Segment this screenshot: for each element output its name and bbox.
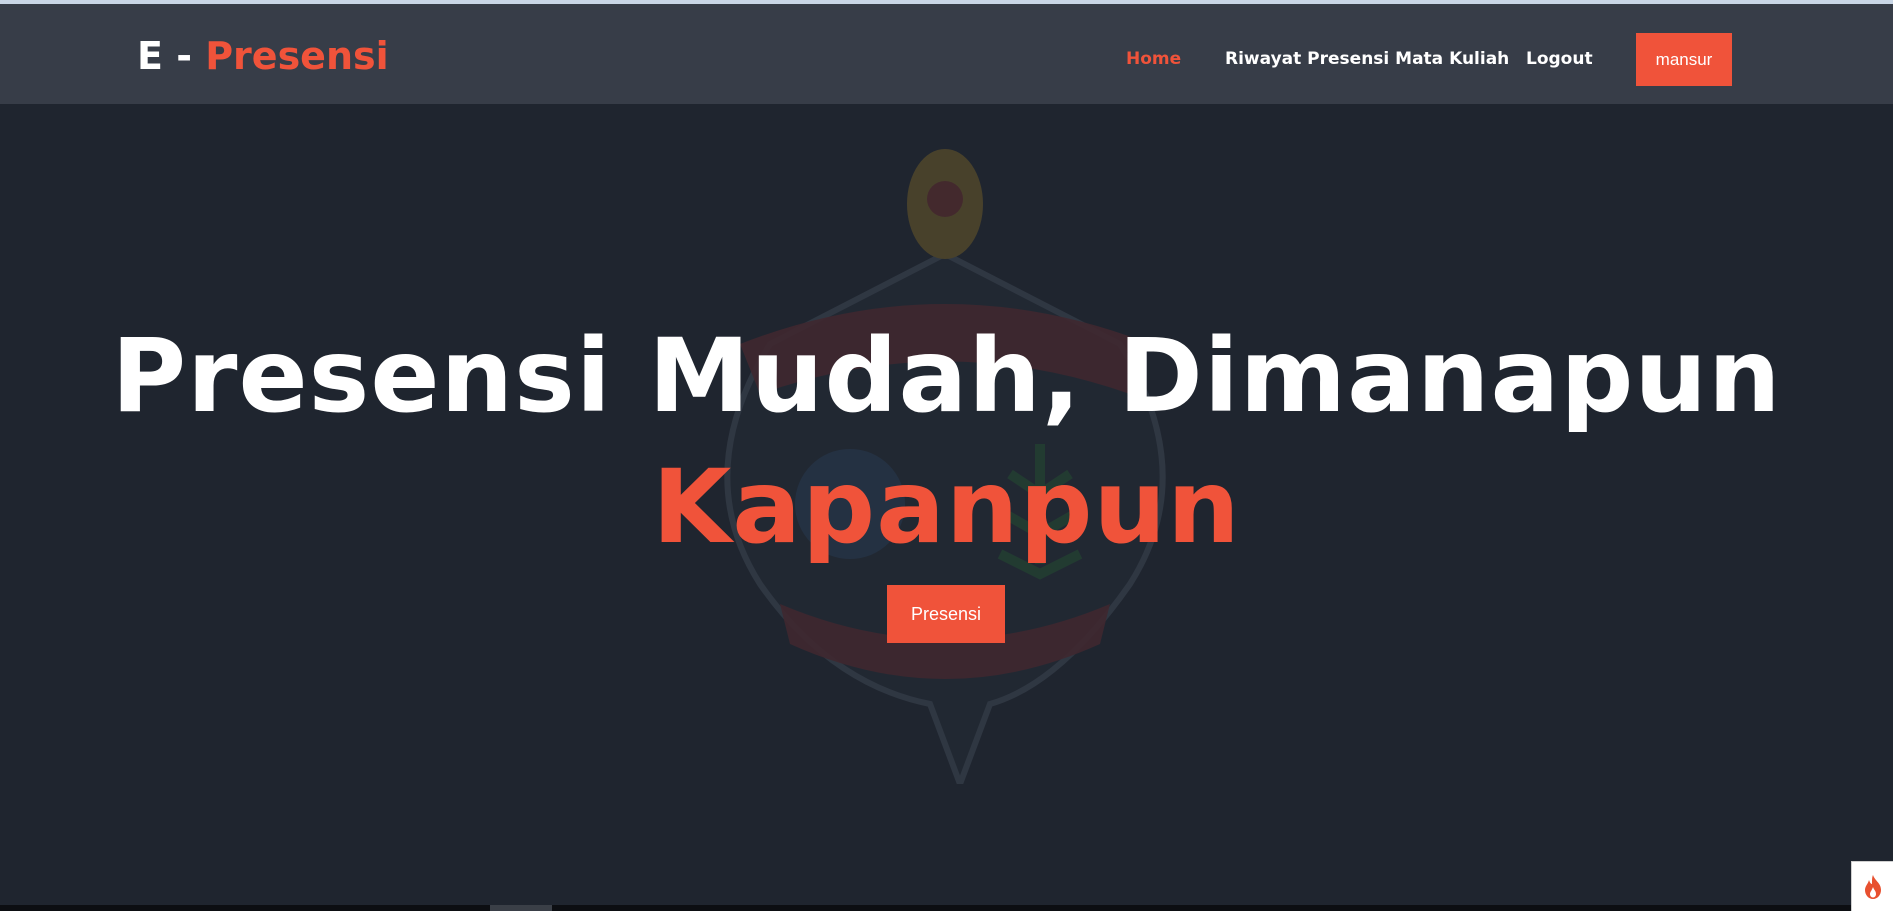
- hero-title-line2: Kapanpun: [652, 448, 1241, 567]
- nav-riwayat-link[interactable]: Riwayat Presensi Mata Kuliah: [1225, 47, 1509, 71]
- user-button[interactable]: mansur: [1636, 33, 1732, 86]
- hero-title-line1: Presensi Mudah, Dimanapun: [111, 317, 1782, 436]
- brand-prefix: E -: [137, 34, 206, 78]
- nav-home-link[interactable]: Home: [1126, 47, 1181, 71]
- nav-logout-link[interactable]: Logout: [1526, 47, 1593, 71]
- brand-logo[interactable]: E - Presensi: [137, 33, 389, 79]
- bottom-scrollbar-track: [0, 905, 1893, 911]
- debug-toolbar-toggle[interactable]: [1851, 861, 1893, 911]
- presensi-button[interactable]: Presensi: [887, 585, 1005, 643]
- navbar: E - Presensi Home Riwayat Presensi Mata …: [0, 4, 1893, 104]
- flame-icon: [1865, 875, 1881, 899]
- brand-accent: Presensi: [205, 34, 389, 78]
- hero-section: Presensi Mudah, Dimanapun Kapanpun Prese…: [0, 104, 1893, 905]
- bottom-scrollbar-thumb[interactable]: [490, 905, 552, 911]
